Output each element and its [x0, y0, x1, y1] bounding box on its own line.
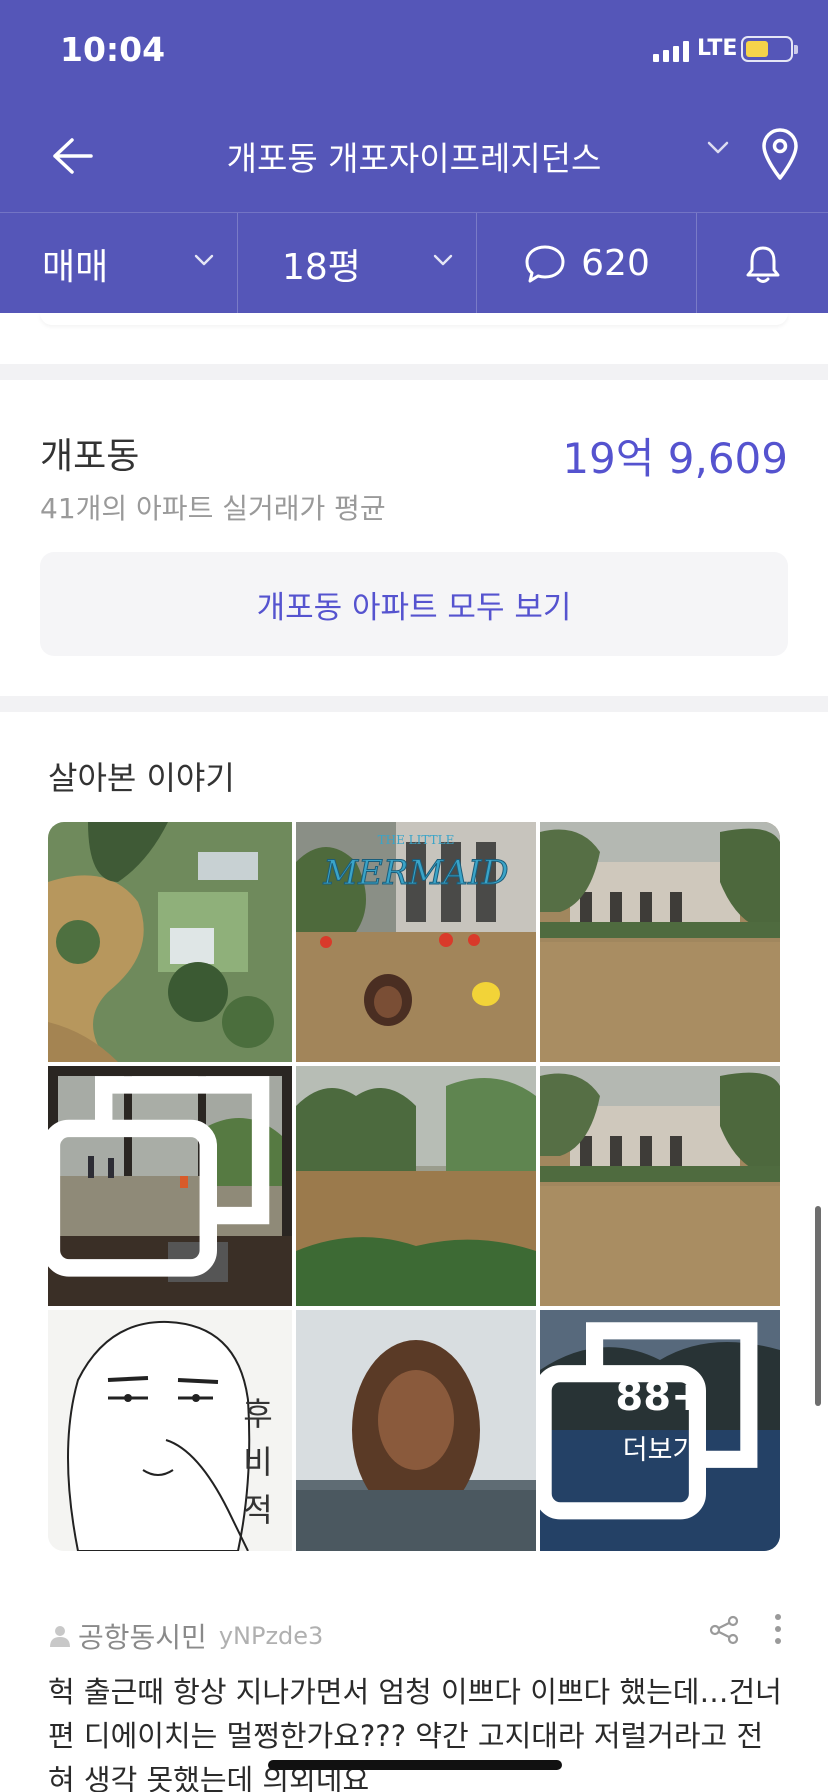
photo-tile[interactable]: 후비적: [48, 1310, 292, 1551]
flood-aerial-photo: [48, 822, 292, 1062]
photo-tile[interactable]: [48, 822, 292, 1062]
more-photos-tile[interactable]: 88+ 더보기: [540, 1310, 780, 1551]
filter-tabs: 매매 18평 620: [0, 212, 828, 314]
status-bar: 10:04 LTE: [0, 0, 828, 100]
bell-icon: [746, 246, 779, 283]
flooded-courtyard-photo: [540, 1066, 780, 1306]
view-all-apartments-button[interactable]: 개포동 아파트 모두 보기: [40, 552, 788, 656]
multi-photo-icon: [540, 1322, 758, 1520]
person-in-water-photo: [296, 1310, 536, 1551]
author-name: 공항동시민: [78, 1621, 207, 1654]
average-description: 41개의 아파트 실거래가 평균: [40, 492, 386, 525]
nav-bar: 개포동 개포자이프레지던스: [0, 100, 828, 212]
stories-title: 살아본 이야기: [48, 759, 235, 797]
chevron-down-icon: [433, 254, 453, 266]
map-pin-icon[interactable]: [756, 126, 804, 182]
mermaid-meme-photo: MERMAID THE LITTLE: [296, 822, 536, 1062]
size-dropdown[interactable]: 18평: [238, 213, 477, 314]
comment-count: 620: [581, 243, 650, 284]
scrollbar[interactable]: [815, 1206, 821, 1406]
signal-strength-icon: [653, 40, 689, 62]
post-author[interactable]: 공항동시민 yNPzde3: [50, 1616, 323, 1656]
deal-type-label: 매매: [42, 246, 109, 288]
section-divider: [0, 696, 828, 712]
flooded-courtyard-photo: [540, 822, 780, 1062]
chevron-down-icon[interactable]: [706, 140, 730, 156]
area-name: 개포동: [40, 436, 140, 477]
previous-card-edge: [40, 313, 788, 325]
top-header: 10:04 LTE 개포동 개포자이프레지던스 매매 18평 620: [0, 0, 828, 314]
chat-bubble-icon: [525, 245, 565, 282]
size-label: 18평: [282, 246, 361, 288]
home-indicator[interactable]: [268, 1760, 562, 1770]
user-icon: [50, 1626, 70, 1647]
deal-type-dropdown[interactable]: 매매: [0, 213, 238, 314]
chevron-down-icon: [194, 254, 214, 266]
photo-tile[interactable]: [540, 1066, 780, 1306]
battery-fill: [746, 41, 768, 57]
photo-grid: MERMAID THE LITTLE 후 비 적 88+ 더보기: [48, 822, 780, 1551]
multi-photo-icon: [48, 1076, 270, 1277]
battery-icon: [741, 36, 798, 62]
photo-tile[interactable]: [296, 1066, 536, 1306]
muddy-water-photo: [296, 1066, 536, 1306]
app-screen: 10:04 LTE 개포동 개포자이프레지던스 매매 18평 620 개포동 1…: [0, 0, 828, 1792]
area-average-section: 개포동 19억 9,609 41개의 아파트 실거래가 평균 개포동 아파트 모…: [0, 380, 828, 696]
complex-title[interactable]: 개포동 개포자이프레지던스: [0, 132, 828, 180]
network-type: LTE: [697, 36, 738, 61]
photo-tile[interactable]: [48, 1066, 292, 1306]
section-divider: [0, 364, 828, 380]
notification-button[interactable]: [697, 213, 828, 314]
photo-tile[interactable]: MERMAID THE LITTLE: [296, 822, 536, 1062]
mermaid-logo: MERMAID: [322, 853, 508, 893]
author-id: yNPzde3: [218, 1622, 324, 1650]
post-body[interactable]: 헉 출근때 항상 지나가면서 엄청 이쁘다 이쁘다 했는데…건너편 디에이치는 …: [48, 1670, 788, 1792]
share-icon[interactable]: [708, 1614, 740, 1646]
comments-button[interactable]: 620: [477, 213, 697, 314]
meme-caption: 후비적: [243, 1395, 273, 1529]
status-time: 10:04: [60, 30, 166, 69]
photo-tile[interactable]: [540, 822, 780, 1062]
photo-tile[interactable]: [296, 1310, 536, 1551]
more-options-icon[interactable]: [770, 1612, 786, 1646]
mermaid-logo-top: THE LITTLE: [378, 833, 455, 847]
average-price: 19억 9,609: [562, 434, 788, 483]
